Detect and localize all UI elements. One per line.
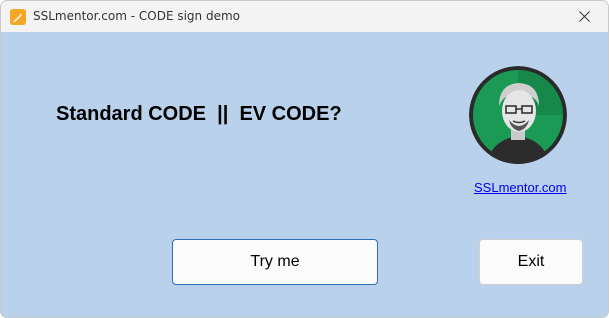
mentor-avatar xyxy=(469,66,567,164)
title-bar[interactable]: SSLmentor.com - CODE sign demo xyxy=(1,1,608,32)
close-button[interactable] xyxy=(562,1,608,32)
app-window: SSLmentor.com - CODE sign demo Standard … xyxy=(0,0,609,318)
question-label: Standard CODE || EV CODE? xyxy=(56,103,342,125)
exit-label: Exit xyxy=(517,253,545,270)
sslmentor-link[interactable]: SSLmentor.com xyxy=(474,180,567,195)
try-me-button[interactable]: Try me xyxy=(172,239,378,285)
pen-icon xyxy=(10,9,26,25)
try-me-label: Try me xyxy=(250,253,300,270)
close-icon xyxy=(579,11,590,22)
window-title: SSLmentor.com - CODE sign demo xyxy=(33,9,240,23)
exit-button[interactable]: Exit xyxy=(479,239,583,285)
